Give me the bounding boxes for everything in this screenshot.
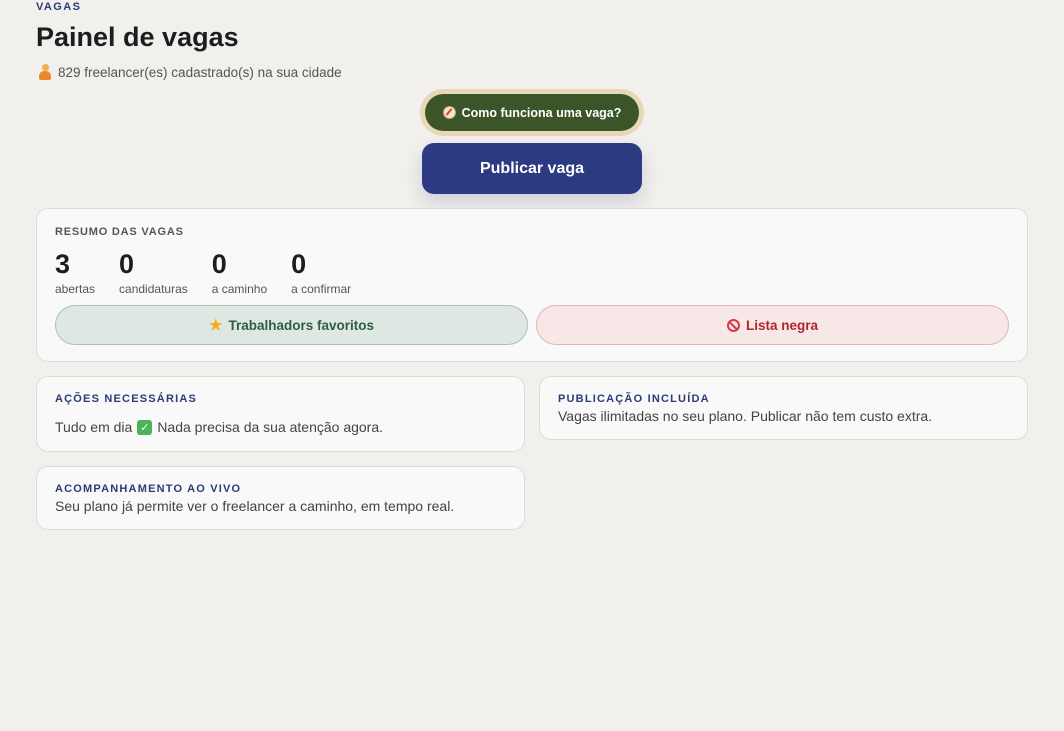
status-suffix: Nada precisa da sua atenção agora. xyxy=(157,419,384,435)
compass-icon xyxy=(442,106,456,119)
stat-applications: 0 candidaturas xyxy=(119,248,188,296)
stat-open-value: 3 xyxy=(55,249,71,279)
blacklist-label: Lista negra xyxy=(745,317,819,333)
jobs-summary-heading: RESUMO DAS VAGAS xyxy=(55,226,184,238)
help-button-frame: Como funciona uma vaga? xyxy=(420,89,644,136)
stat-on-the-way: 0 a caminho xyxy=(212,248,267,296)
person-icon xyxy=(38,64,52,80)
required-actions-status: Tudo em dia ✓ Nada precisa da sua atençã… xyxy=(55,419,383,435)
favorite-workers-label: Trabalhadors favoritos xyxy=(228,317,374,333)
stat-to-confirm: 0 a confirmar xyxy=(291,248,351,296)
jobs-stats: 3 abertas 0 candidaturas 0 a caminho 0 a… xyxy=(55,248,375,296)
freelancer-count-text: 829 freelancer(es) cadastrado(s) na sua … xyxy=(58,64,342,80)
stat-applications-value: 0 xyxy=(119,249,135,279)
live-tracking-card: ACOMPANHAMENTO AO VIVO Seu plano já perm… xyxy=(36,466,525,530)
required-actions-card: AÇÕES NECESSÁRIAS Tudo em dia ✓ Nada pre… xyxy=(36,376,525,452)
block-icon xyxy=(726,318,740,332)
stat-open-label: abertas xyxy=(55,282,96,296)
blacklist-button[interactable]: Lista negra xyxy=(536,305,1009,345)
favorite-workers-button[interactable]: ★ Trabalhadors favoritos xyxy=(55,305,528,345)
included-publication-heading: PUBLICAÇÃO INCLUÍDA xyxy=(558,393,710,405)
star-icon: ★ xyxy=(209,316,223,334)
publish-job-button[interactable]: Publicar vaga xyxy=(422,143,642,194)
freelancer-count: 829 freelancer(es) cadastrado(s) na sua … xyxy=(38,64,342,80)
required-actions-heading: AÇÕES NECESSÁRIAS xyxy=(55,393,198,405)
how-it-works-button[interactable]: Como funciona uma vaga? xyxy=(425,94,639,131)
stat-on-the-way-label: a caminho xyxy=(211,282,268,296)
stat-to-confirm-label: a confirmar xyxy=(291,282,352,296)
jobs-summary-card: RESUMO DAS VAGAS 3 abertas 0 candidatura… xyxy=(36,208,1028,362)
included-publication-text: Vagas ilimitadas no seu plano. Publicar … xyxy=(558,408,933,424)
stat-applications-label: candidaturas xyxy=(119,282,188,296)
page-title: Painel de vagas xyxy=(36,22,239,52)
stat-open: 3 abertas xyxy=(55,248,95,296)
check-icon: ✓ xyxy=(137,419,153,435)
live-tracking-text: Seu plano já permite ver o freelancer a … xyxy=(55,498,455,514)
stat-on-the-way-value: 0 xyxy=(211,249,227,279)
how-it-works-label: Como funciona uma vaga? xyxy=(461,105,622,120)
section-eyebrow: VAGAS xyxy=(36,1,82,13)
included-publication-card: PUBLICAÇÃO INCLUÍDA Vagas ilimitadas no … xyxy=(539,376,1028,440)
stat-to-confirm-value: 0 xyxy=(291,249,307,279)
live-tracking-heading: ACOMPANHAMENTO AO VIVO xyxy=(55,483,242,495)
status-prefix: Tudo em dia xyxy=(55,419,133,435)
page: VAGAS Painel de vagas 829 freelancer(es)… xyxy=(0,0,1064,731)
